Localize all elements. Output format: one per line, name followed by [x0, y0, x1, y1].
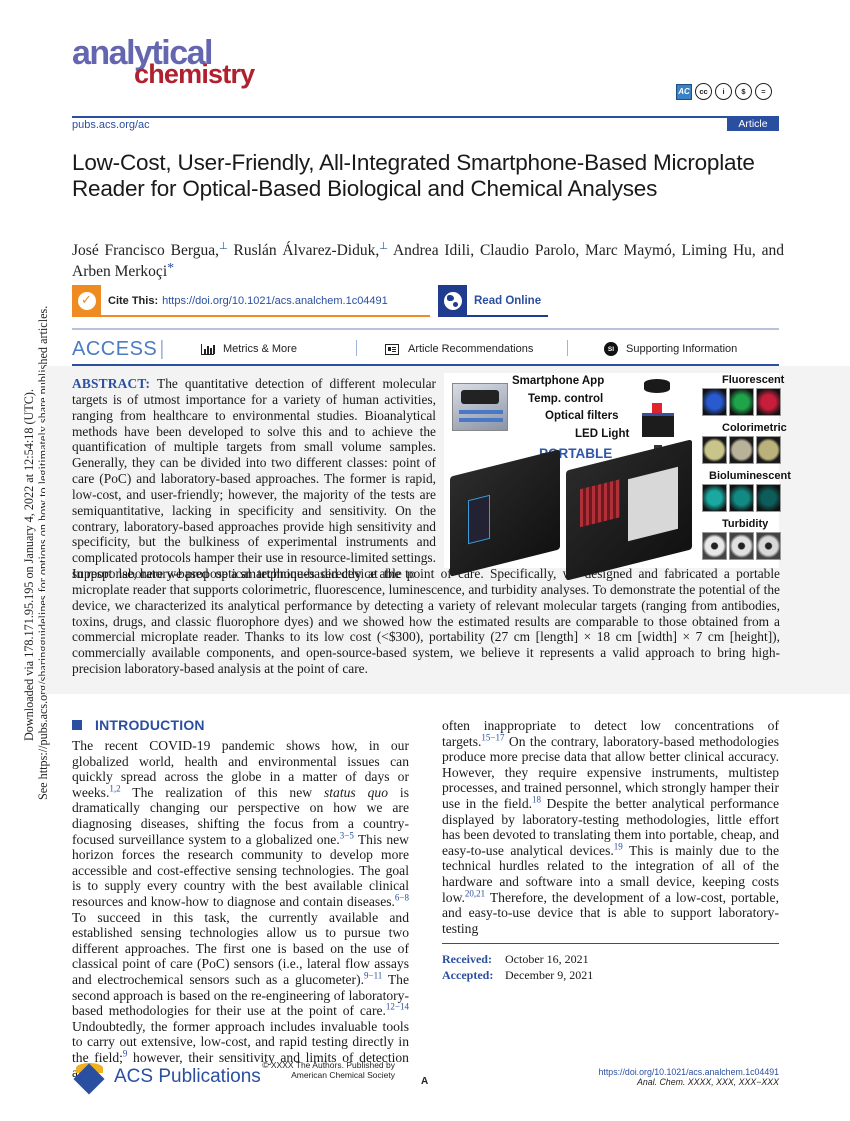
globe-icon: [438, 285, 467, 316]
article-dates: Received: October 16, 2021 Accepted: Dec…: [442, 951, 593, 983]
reference-link[interactable]: 9−11: [364, 970, 382, 980]
journal-logo[interactable]: analytical chemistry: [72, 36, 255, 89]
author-name: Claudio Parolo,: [479, 242, 580, 260]
abstract-text-wrapped: ABSTRACT: The quantitative detection of …: [72, 376, 436, 582]
author-name: José Francisco Bergua,: [72, 242, 219, 260]
reference-link[interactable]: 9: [123, 1048, 128, 1058]
access-label: ACCESS |: [72, 337, 165, 360]
equal-contribution-mark[interactable]: ⊥: [219, 241, 228, 252]
nc-icon[interactable]: $: [735, 83, 752, 100]
reference-link[interactable]: 12−14: [386, 1002, 409, 1012]
cite-check-icon: ✓: [72, 285, 101, 316]
toc-sample-well: [702, 532, 727, 560]
author-name: Liming Hu,: [681, 242, 756, 260]
si-icon: SI: [604, 342, 618, 356]
emphasis-text: status quo: [323, 784, 388, 800]
toc-sample-well: [729, 532, 754, 560]
article-recommendations-label: Article Recommendations: [408, 343, 534, 355]
access-separator: [356, 340, 357, 356]
introduction-left-column: The recent COVID-19 pandemic shows how, …: [72, 738, 409, 1080]
supporting-information-link[interactable]: SI Supporting Information: [604, 342, 737, 356]
section-square-icon: [72, 720, 82, 730]
article-recommendations-link[interactable]: Article Recommendations: [385, 343, 533, 355]
introduction-heading: INTRODUCTION: [72, 717, 205, 733]
reference-link[interactable]: 6−8: [395, 892, 409, 902]
reference-link[interactable]: 15−17: [481, 732, 504, 742]
newspaper-icon: [385, 343, 399, 355]
temperature-module-image: [452, 383, 508, 431]
toc-sample-well: [702, 436, 727, 464]
toc-sample-well: [756, 388, 781, 416]
reference-link[interactable]: 1,2: [109, 783, 120, 793]
journal-citation: Anal. Chem. XXXX, XXX, XXX−XXX: [636, 1077, 779, 1087]
toc-sample-well: [756, 484, 781, 512]
toc-mode-label: Colorimetric: [722, 422, 787, 434]
toc-label: LED Light: [575, 428, 630, 440]
toc-sample-well: [729, 484, 754, 512]
reference-link[interactable]: 3−5: [340, 830, 354, 840]
toc-sample-well: [702, 388, 727, 416]
toc-sample-well: [756, 532, 781, 560]
access-bar: ACCESS | Metrics & More Article Recommend…: [72, 336, 779, 362]
publisher-name: ACS Publications: [114, 1066, 261, 1087]
toc-label: Smartphone App: [512, 375, 605, 387]
footer-doi-link[interactable]: https://doi.org/10.1021/acs.analchem.1c0…: [560, 1067, 779, 1077]
abstract-text-full: support laboratory-based optical techniq…: [72, 566, 780, 677]
accepted-date: Accepted: December 9, 2021: [442, 968, 594, 982]
toc-mode-label: Fluorescent: [722, 374, 785, 386]
footer-citation: https://doi.org/10.1021/acs.analchem.1c0…: [560, 1067, 779, 1087]
author-list: José Francisco Bergua,⊥ Ruslán Álvarez-D…: [72, 236, 784, 282]
nd-icon[interactable]: =: [755, 83, 772, 100]
filter-image: [644, 379, 670, 393]
equal-contribution-mark[interactable]: ⊥: [379, 241, 388, 252]
toc-mode-label: Turbidity: [722, 518, 769, 530]
corresponding-author-mark[interactable]: *: [167, 261, 174, 276]
cc-icon[interactable]: cc: [695, 83, 712, 100]
metrics-more-link[interactable]: Metrics & More: [201, 343, 297, 355]
author-name: Ruslán Álvarez-Diduk,: [233, 242, 380, 260]
received-date: Received: October 16, 2021: [442, 952, 589, 966]
author-name: Marc Maymó,: [585, 242, 676, 260]
article-title: Low-Cost, User-Friendly, All-Integrated …: [72, 150, 755, 201]
download-stamp: Downloaded via 178.171.95.195 on January…: [2, 306, 50, 800]
logo-chemistry: chemistry: [134, 59, 255, 89]
acs-eagle-icon: [72, 1062, 108, 1095]
toc-sample-well: [729, 388, 754, 416]
cite-this-box: ✓ Cite This: https://doi.org/10.1021/acs…: [72, 285, 430, 317]
toc-sample-well: [756, 436, 781, 464]
article-type-badge: Article: [727, 117, 779, 131]
read-online-label: Read Online: [474, 294, 542, 307]
bar-chart-icon: [201, 343, 215, 355]
reference-link[interactable]: 19: [614, 841, 623, 851]
acs-authorchoice-icon[interactable]: AC: [676, 83, 692, 100]
page-number: A: [421, 1076, 429, 1087]
license-icons: AC cc i $ =: [676, 83, 772, 100]
cite-this-label: Cite This:: [108, 294, 159, 307]
reference-link[interactable]: 20,21: [465, 888, 485, 898]
introduction-right-column: often inappropriate to detect low concen…: [442, 718, 779, 936]
closed-device-image: [450, 449, 560, 577]
metrics-more-label: Metrics & More: [223, 343, 297, 355]
supporting-information-label: Supporting Information: [626, 343, 738, 355]
author-name: Andrea Idili,: [392, 242, 475, 260]
toc-label: Optical filters: [545, 410, 619, 422]
header-divider: [72, 116, 779, 118]
toc-label: Temp. control: [528, 393, 604, 405]
cite-doi-link[interactable]: https://doi.org/10.1021/acs.analchem.1c0…: [162, 295, 388, 307]
dates-divider: [442, 943, 779, 944]
download-stamp-line1: Downloaded via 178.171.95.195 on January…: [22, 388, 36, 742]
toc-mode-label: Bioluminescent: [709, 470, 791, 482]
by-icon[interactable]: i: [715, 83, 732, 100]
acs-publications-logo[interactable]: ACS Publications: [72, 1062, 261, 1095]
read-online-button[interactable]: Read Online: [438, 285, 548, 317]
access-separator: [567, 340, 568, 356]
abstract-label: ABSTRACT:: [72, 376, 151, 391]
reference-link[interactable]: 18: [532, 794, 541, 804]
toc-sample-well: [702, 484, 727, 512]
toc-graphic: Smartphone App Temp. control Optical fil…: [444, 373, 791, 581]
access-top-divider: [72, 328, 779, 330]
toc-sample-well: [729, 436, 754, 464]
copyright-notice: © XXXX The Authors. Published by America…: [262, 1060, 395, 1080]
journal-url-link[interactable]: pubs.acs.org/ac: [72, 119, 150, 131]
